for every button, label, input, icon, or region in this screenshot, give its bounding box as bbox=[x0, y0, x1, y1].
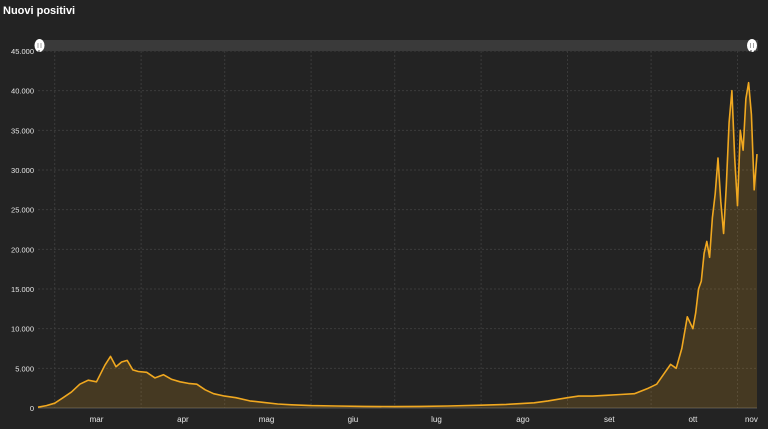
x-tick-label: ago bbox=[516, 415, 530, 424]
horizontal-gridlines bbox=[38, 50, 757, 409]
x-tick-label: nov bbox=[745, 415, 758, 424]
y-tick-label: 20.000 bbox=[11, 245, 34, 254]
y-tick-label: 10.000 bbox=[11, 325, 34, 334]
range-slider-track[interactable] bbox=[38, 40, 758, 51]
x-tick-label: lug bbox=[431, 415, 442, 424]
series-area bbox=[38, 82, 757, 408]
y-tick-label: 25.000 bbox=[11, 206, 34, 215]
y-axis: 0 5.000 10.000 15.000 20.000 25.000 30.000 35.0… bbox=[11, 47, 34, 413]
chart: 0 5.000 10.000 15.000 20.000 25.000 30.000 35.0… bbox=[11, 39, 758, 424]
vertical-gridlines bbox=[54, 51, 738, 408]
x-tick-label: giu bbox=[348, 415, 359, 424]
x-tick-label: mar bbox=[90, 415, 104, 424]
y-tick-label: 15.000 bbox=[11, 285, 34, 294]
range-slider-left-handle[interactable] bbox=[34, 39, 45, 52]
y-tick-label: 0 bbox=[30, 404, 34, 413]
y-tick-label: 35.000 bbox=[11, 126, 34, 135]
y-tick-label: 5.000 bbox=[15, 364, 34, 373]
y-tick-label: 40.000 bbox=[11, 87, 34, 96]
x-tick-label: set bbox=[604, 415, 615, 424]
x-tick-label: apr bbox=[177, 415, 189, 424]
y-tick-label: 45.000 bbox=[11, 47, 34, 56]
x-axis: mar apr mag giu lug ago set ott nov bbox=[38, 407, 758, 424]
series-line bbox=[37, 81, 758, 408]
x-tick-label: ott bbox=[688, 415, 698, 424]
y-tick-label: 30.000 bbox=[11, 166, 34, 175]
x-tick-label: mag bbox=[259, 415, 275, 424]
range-slider-right-handle[interactable] bbox=[747, 39, 757, 52]
